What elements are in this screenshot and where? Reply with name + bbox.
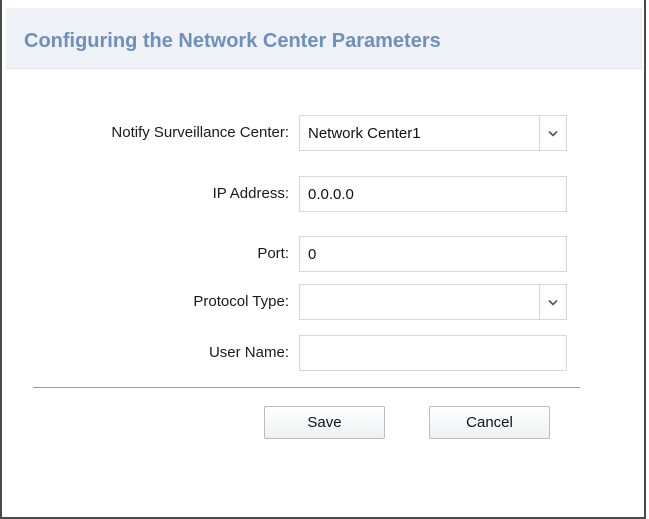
- notify-center-select[interactable]: Network Center1: [299, 115, 567, 151]
- network-center-dialog: Configuring the Network Center Parameter…: [0, 0, 646, 519]
- ip-address-value: 0.0.0.0: [308, 186, 354, 203]
- port-row: Port: 0: [0, 236, 646, 272]
- cancel-button[interactable]: Cancel: [429, 406, 550, 439]
- chevron-down-icon: [548, 130, 558, 137]
- port-input[interactable]: 0: [299, 236, 567, 272]
- user-name-row: User Name:: [0, 335, 646, 371]
- dialog-header: Configuring the Network Center Parameter…: [6, 8, 642, 69]
- protocol-type-label: Protocol Type:: [193, 293, 289, 310]
- divider: [33, 387, 580, 388]
- notify-center-label: Notify Surveillance Center:: [111, 124, 289, 141]
- ip-address-label: IP Address:: [212, 185, 289, 202]
- notify-center-value: Network Center1: [308, 125, 421, 142]
- chevron-down-icon: [548, 299, 558, 306]
- protocol-type-select[interactable]: [299, 284, 567, 320]
- user-name-label: User Name:: [208, 344, 289, 361]
- protocol-type-dropdown-button[interactable]: [539, 285, 566, 319]
- port-label: Port:: [257, 245, 289, 262]
- protocol-type-row: Protocol Type:: [0, 284, 646, 320]
- notify-center-dropdown-button[interactable]: [539, 116, 566, 150]
- ip-address-input[interactable]: 0.0.0.0: [299, 176, 567, 212]
- dialog-title: Configuring the Network Center Parameter…: [24, 30, 441, 52]
- save-button[interactable]: Save: [264, 406, 385, 439]
- user-name-input[interactable]: [299, 335, 567, 371]
- ip-address-row: IP Address: 0.0.0.0: [0, 176, 646, 212]
- notify-center-row: Notify Surveillance Center: Network Cent…: [0, 115, 646, 151]
- port-value: 0: [308, 246, 317, 263]
